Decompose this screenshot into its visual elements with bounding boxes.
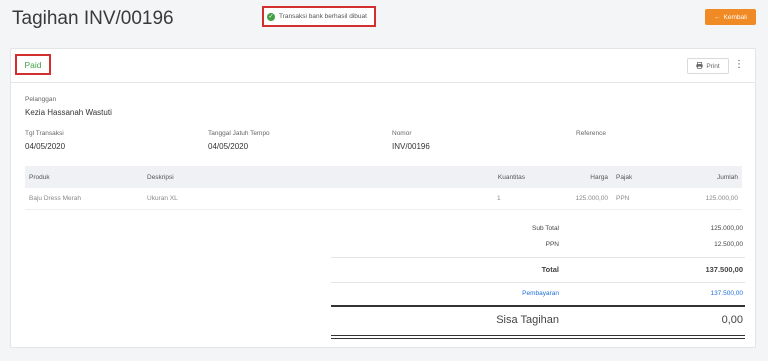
table-header: Produk Deskripsi Kuantitas Harga Pajak J… [25, 166, 742, 188]
page-title: Tagihan INV/00196 [12, 8, 174, 29]
row-tax: PPN [616, 195, 630, 202]
card-header: Paid Print ⋮ [11, 49, 755, 83]
col-tax: Pajak [616, 173, 633, 181]
col-quantity: Kuantitas [497, 173, 525, 181]
row-amount: 125.000,00 [705, 195, 738, 202]
back-button[interactable]: ← Kembali [705, 9, 756, 25]
number-label: Nomor [392, 130, 412, 137]
transaction-date-value: 04/05/2020 [25, 142, 66, 151]
print-button-label: Print [706, 62, 720, 70]
invoice-card: Paid Print ⋮ Pelanggan Kezia Hassanah Wa… [10, 48, 756, 348]
row-quantity: 1 [497, 195, 501, 202]
total-label: Total [541, 265, 559, 274]
subtotal-label: Sub Total [532, 225, 559, 232]
summary-divider [331, 257, 745, 258]
col-description: Deskripsi [147, 173, 174, 181]
more-vertical-icon[interactable]: ⋮ [734, 58, 744, 74]
col-price: Harga [590, 173, 608, 181]
row-description: Ukuran XL [147, 195, 178, 202]
customer-value: Kezia Hassanah Wastuti [25, 108, 112, 117]
customer-label: Pelanggan [25, 96, 57, 103]
balance-label: Sisa Tagihan [496, 314, 559, 326]
transaction-date-label: Tgl Transaksi [25, 130, 64, 137]
total-value: 137.500,00 [705, 265, 743, 274]
arrow-left-icon: ← [714, 13, 721, 21]
reference-label: Reference [576, 130, 606, 137]
table-row: Baju Dress Merah Ukuran XL 1 125.000,00 … [25, 188, 742, 210]
printer-icon [696, 61, 703, 71]
row-price: 125.000,00 [575, 195, 608, 202]
tax-label: PPN [545, 241, 559, 248]
due-date-label: Tanggal Jatuh Tempo [208, 130, 270, 137]
col-product: Produk [29, 173, 50, 181]
status-badge: Paid [15, 54, 51, 75]
due-date-value: 04/05/2020 [208, 142, 249, 151]
balance-divider [331, 305, 745, 307]
check-circle-icon: ✓ [267, 12, 275, 21]
col-amount: Jumlah [717, 173, 738, 181]
success-toast: ✓ Transaksi bank berhasil dibuat [262, 6, 376, 27]
balance-underline [331, 335, 745, 336]
payment-value[interactable]: 137.500,00 [710, 290, 743, 297]
balance-value: 0,00 [721, 314, 743, 326]
tax-value: 12.500,00 [714, 241, 743, 248]
back-button-label: Kembali [723, 13, 747, 21]
number-value: INV/00196 [392, 142, 430, 151]
row-product: Baju Dress Merah [29, 195, 82, 202]
balance-underline [331, 338, 745, 339]
summary-divider [331, 282, 745, 283]
payment-link[interactable]: Pembayaran [522, 290, 559, 297]
subtotal-value: 125.000,00 [710, 225, 743, 232]
toast-message: Transaksi bank berhasil dibuat [279, 13, 367, 20]
print-button[interactable]: Print [687, 58, 729, 74]
